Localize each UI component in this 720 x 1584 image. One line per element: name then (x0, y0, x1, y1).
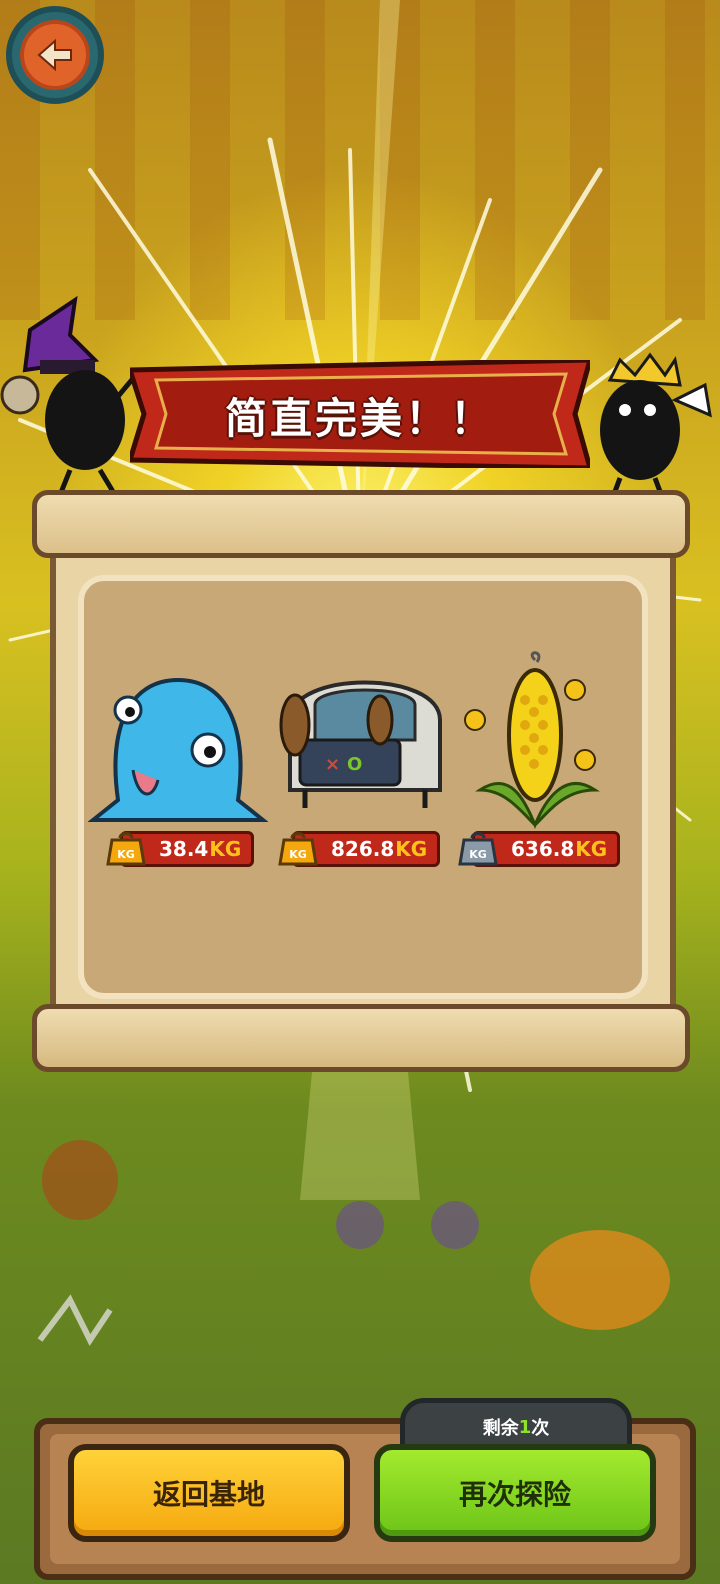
witch-beetle-character (0, 295, 142, 497)
battlefield-decorations (37, 1140, 670, 1346)
silver-weight-icon: KG (458, 832, 498, 866)
svg-text:KG: KG (117, 848, 135, 861)
scroll-bottom-roll (32, 1004, 690, 1072)
svg-text:O: O (347, 754, 362, 775)
gold-weight-icon: KG (106, 832, 146, 866)
treasure-cart-icon: × O (279, 680, 442, 808)
blue-slime-icon (88, 677, 268, 822)
return-to-base-button[interactable]: 返回基地 (68, 1444, 350, 1542)
back-button[interactable] (6, 6, 104, 104)
weight-tag-cart: KG 826.8 KG (278, 831, 441, 867)
explore-again-button[interactable]: 再次探险 (374, 1444, 656, 1542)
scroll-top-roll (32, 490, 690, 558)
gold-weight-icon: KG (278, 832, 318, 866)
back-arrow-icon (20, 20, 90, 90)
svg-text:×: × (325, 754, 340, 775)
weight-tag-slime: KG 38.4 KG (106, 831, 255, 867)
svg-text:KG: KG (289, 848, 307, 861)
weight-tag-corn: KG 636.8 KG (458, 831, 621, 867)
result-title: 简直完美！！ (224, 393, 495, 443)
svg-text:KG: KG (469, 848, 487, 861)
corn-plant-icon (464, 651, 600, 830)
